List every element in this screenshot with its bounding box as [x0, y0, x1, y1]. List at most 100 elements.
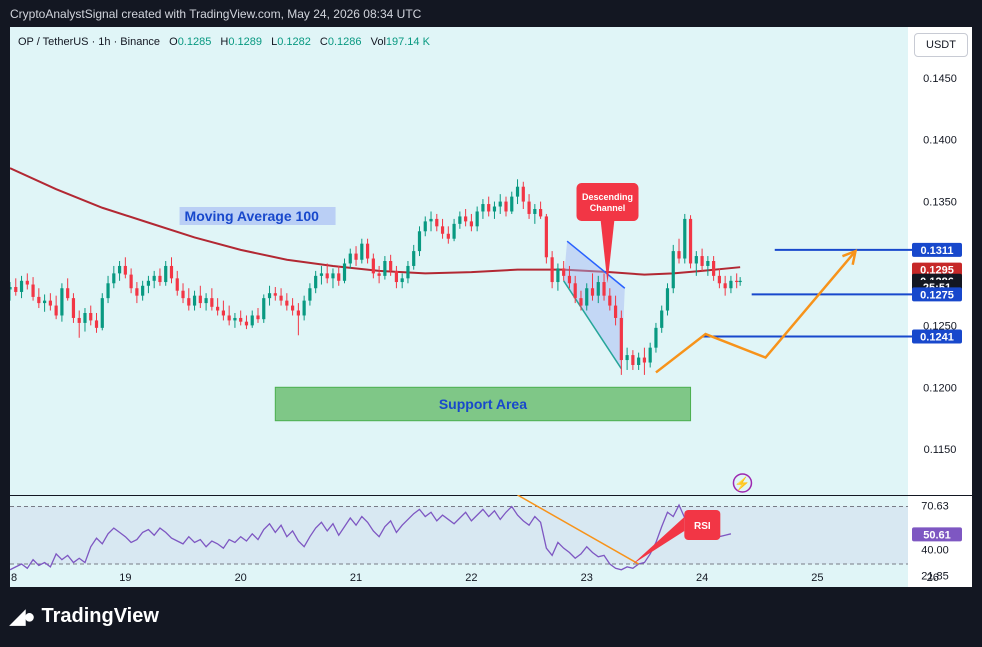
price-axis-tick: 0.1350: [923, 197, 957, 209]
rsi-chart[interactable]: RSI70.6340.0021.8550.618 19 20 21 22 23 24 25 26: [9, 494, 972, 587]
candle-body: [210, 298, 214, 307]
candle-body: [590, 288, 595, 296]
candle-body: [729, 280, 733, 289]
candle-body: [100, 298, 104, 328]
candle-body: [487, 204, 491, 212]
candle-body: [688, 218, 693, 264]
candle-body: [204, 298, 208, 304]
candle-body: [267, 293, 272, 299]
candle-body: [435, 218, 439, 227]
tradingview-logo[interactable]: ◢● TradingView: [10, 604, 159, 629]
candle-body: [735, 280, 739, 283]
candle-body: [325, 273, 329, 279]
time-axis-tick: 20: [235, 572, 247, 584]
price-badge-label: 0.1275: [920, 289, 954, 301]
candle-body: [273, 293, 277, 296]
candle-body: [423, 221, 427, 232]
rsi-badge-label: 50.61: [923, 529, 951, 541]
candle-body: [89, 313, 93, 321]
candle-body: [141, 285, 145, 296]
candle-body: [216, 306, 220, 311]
tradingview-logo-icon: ◢●: [10, 606, 36, 628]
time-axis-tick: 22: [465, 572, 477, 584]
rsi-pane[interactable]: RSI 70.63 40.00 21.85 50.61 8 19 20 21 22 23 24 25 26: [9, 494, 972, 587]
currency-button[interactable]: USDT: [914, 33, 968, 57]
candle-body: [394, 270, 399, 283]
candle-body: [481, 204, 485, 212]
candle-body: [377, 273, 381, 276]
candle-body: [106, 283, 110, 299]
candle-body: [613, 305, 618, 318]
candle-body: [302, 300, 306, 316]
candle-body: [631, 355, 635, 365]
support-area-label: Support Area: [439, 396, 527, 412]
candle-body: [579, 298, 583, 306]
candle-body: [412, 251, 416, 266]
candle-body: [181, 290, 185, 299]
price-badge-label: 0.1241: [920, 332, 954, 344]
candle-body: [19, 280, 24, 292]
candle-body: [227, 315, 231, 321]
candle-body: [71, 298, 76, 318]
candle-body: [389, 261, 393, 271]
candle-body: [342, 263, 347, 281]
candle-body: [585, 288, 589, 306]
price-axis-tick: 0.1200: [923, 382, 957, 394]
candle-body: [712, 261, 716, 276]
time-axis-tick: 23: [581, 572, 593, 584]
open-value: 0.1285: [177, 36, 212, 48]
candle-body: [723, 283, 727, 289]
candle-body: [510, 196, 514, 212]
candle-body: [221, 310, 225, 316]
candle-body: [152, 275, 156, 281]
descending-channel-callout: [576, 183, 639, 221]
candle-body: [677, 251, 681, 259]
price-badge-label: 0.1311: [920, 245, 953, 257]
plot-background: [10, 27, 908, 495]
candle-body: [700, 256, 704, 266]
candle-body: [239, 317, 243, 322]
candle-body: [365, 243, 370, 259]
candle-body: [683, 218, 687, 259]
candle-body: [452, 223, 456, 239]
candle-body: [169, 265, 174, 279]
candle-body: [521, 186, 525, 202]
candle-body: [371, 258, 375, 274]
time-axis-tick: 8: [11, 572, 17, 584]
chart-frame[interactable]: Support Area Moving Average 100 Descending…: [8, 27, 972, 587]
time-axis-tick: 21: [350, 572, 362, 584]
moving-average-label: Moving Average 100: [185, 208, 320, 224]
price-pane[interactable]: Support Area Moving Average 100 Descending…: [8, 27, 972, 495]
candle-body: [250, 315, 254, 326]
candle-body: [533, 209, 537, 214]
candle-body: [198, 295, 202, 304]
candle-body: [469, 221, 473, 227]
descending-channel-label-line: Descending: [582, 192, 633, 202]
candle-body: [562, 268, 566, 276]
candle-body: [291, 305, 295, 311]
candle-body: [671, 251, 675, 289]
candle-body: [94, 320, 99, 328]
candle-body: [337, 273, 341, 281]
candle-body: [475, 211, 479, 227]
candle-body: [550, 257, 554, 283]
candle-body: [37, 296, 41, 304]
candle-body: [440, 226, 445, 234]
candle-body: [383, 261, 387, 276]
candle-body: [285, 300, 289, 306]
open-key: O: [169, 36, 178, 48]
rsi-axis-tick: 40.00: [921, 545, 949, 557]
descending-channel-label-line: Channel: [590, 203, 626, 213]
symbol-name: OP / TetherUS · 1h · Binance: [18, 36, 161, 48]
candle-body: [348, 253, 352, 264]
price-chart[interactable]: Support Area Moving Average 100 Descending…: [8, 27, 972, 495]
candle-body: [187, 298, 191, 306]
candle-body: [400, 278, 404, 283]
candle-body: [117, 265, 122, 274]
candle-body: [83, 313, 87, 323]
candle-body: [446, 233, 450, 239]
volume-value: 197.14 K: [385, 36, 430, 48]
candle-body: [556, 268, 560, 283]
candle-body: [354, 253, 358, 260]
rsi-band: [10, 506, 908, 564]
